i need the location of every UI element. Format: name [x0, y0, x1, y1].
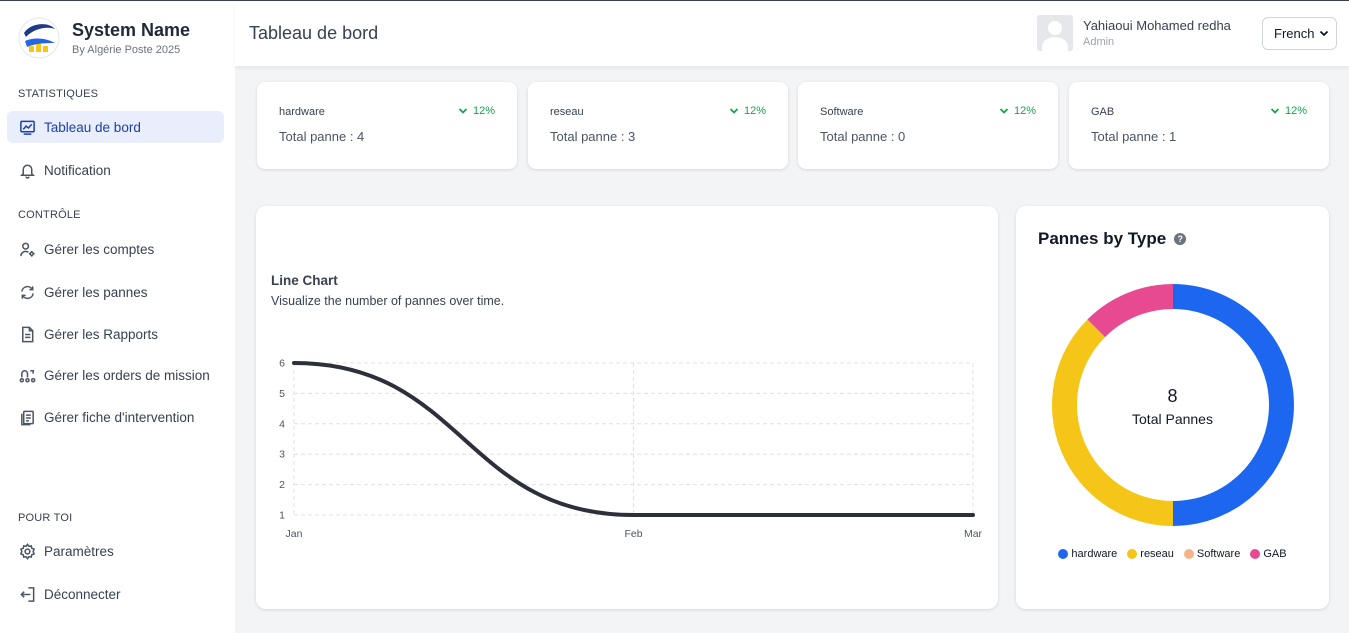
donut-center-value: 8 [1167, 386, 1178, 406]
x-tick-label: Feb [624, 528, 642, 540]
sidebar-item-deconnecter[interactable]: Déconnecter [7, 578, 224, 610]
user-profile[interactable]: Yahiaoui Mohamed redha Admin [1037, 15, 1231, 51]
sidebar-item-gerer-les-rapports[interactable]: Gérer les Rapports [7, 318, 224, 350]
card-title: GAB [1091, 106, 1115, 118]
brand-name: System Name [72, 20, 191, 40]
donut-chart-panel: Pannes by Type ? 8 Total Pannes hardware… [1016, 206, 1329, 609]
section-controle: CONTRÔLE [18, 209, 81, 221]
brand: System Name By Algérie Poste 2025 [18, 17, 190, 59]
clipboard-icon [18, 408, 36, 426]
x-tick-label: Jan [286, 528, 303, 540]
legend-label: GAB [1263, 548, 1287, 560]
card-total: Total panne : 1 [1091, 129, 1177, 144]
sidebar-item-notification[interactable]: Notification [7, 154, 224, 186]
line-chart-panel: Line Chart Visualize the number of panne… [256, 206, 998, 609]
help-icon[interactable]: ? [1174, 233, 1187, 245]
section-statistiques: STATISTIQUES [18, 88, 99, 100]
legend-swatch [1250, 549, 1261, 559]
gear-icon [18, 542, 36, 560]
chevron-down-icon [729, 108, 739, 114]
sidebar-item-label: Gérer fiche d'intervention [44, 409, 195, 425]
sidebar-item-gerer-les-pannes[interactable]: Gérer les pannes [7, 276, 224, 308]
card-total: Total panne : 4 [279, 129, 365, 144]
legend-item-reseau[interactable]: reseau [1127, 548, 1174, 560]
card-trend-value: 12% [1013, 105, 1036, 117]
legend-swatch [1127, 549, 1138, 559]
y-tick-label: 4 [279, 418, 285, 430]
card-title: Software [820, 106, 864, 118]
y-tick-label: 6 [279, 358, 285, 370]
chevron-down-icon [1319, 30, 1329, 37]
y-tick-label: 2 [279, 479, 285, 491]
sidebar-item-label: Notification [44, 162, 111, 178]
card-trend-value: 12% [472, 105, 495, 117]
donut-center-label: Total Pannes [1132, 411, 1213, 427]
sidebar-item-parametres[interactable]: Paramètres [7, 535, 224, 567]
card-trend-value: 12% [743, 105, 766, 117]
logout-icon [18, 585, 36, 603]
user-name: Yahiaoui Mohamed redha [1083, 18, 1231, 33]
sidebar-item-label: Tableau de bord [44, 119, 141, 135]
user-role: Admin [1083, 36, 1115, 48]
card-trend: 12% [458, 105, 495, 117]
chevron-down-icon [458, 108, 468, 114]
donut-chart-title: Pannes by Type ? [1038, 229, 1187, 249]
language-selected-value: French [1274, 26, 1315, 41]
card-title: hardware [279, 106, 325, 118]
sidebar-item-gerer-fiche-intervention[interactable]: Gérer fiche d'intervention [7, 401, 224, 433]
donut-slice-gab[interactable] [1087, 284, 1173, 338]
y-tick-label: 1 [279, 510, 285, 522]
card-trend-value: 12% [1284, 105, 1307, 117]
legend-label: hardware [1071, 548, 1118, 560]
sidebar-item-tableau-de-bord[interactable]: Tableau de bord [7, 111, 224, 143]
sidebar-item-label: Déconnecter [44, 586, 121, 602]
refresh-icon [18, 283, 36, 301]
sidebar-item-label: Gérer les orders de mission [44, 367, 210, 383]
sidebar-item-label: Paramètres [44, 543, 114, 559]
stat-card-gab: GAB 12% Total panne : 1 [1069, 82, 1329, 169]
document-icon [18, 325, 36, 343]
top-header: Tableau de bord Yahiaoui Mohamed redha A… [235, 1, 1349, 66]
card-trend: 12% [999, 105, 1036, 117]
legend-item-hardware[interactable]: hardware [1058, 548, 1117, 560]
language-select[interactable]: French [1262, 17, 1337, 50]
page-title: Tableau de bord [249, 23, 379, 43]
legend-item-gab[interactable]: GAB [1250, 548, 1287, 560]
chevron-down-icon [999, 108, 1009, 114]
stat-card-software: Software 12% Total panne : 0 [798, 82, 1058, 169]
y-tick-label: 3 [279, 449, 285, 461]
legend-item-software[interactable]: Software [1183, 548, 1241, 560]
legend-swatch [1183, 549, 1194, 559]
card-trend: 12% [729, 105, 766, 117]
donut-legend: hardware reseau Software GAB [1016, 548, 1329, 560]
route-icon [18, 366, 36, 384]
chevron-down-icon [1270, 108, 1280, 114]
section-pour-toi: POUR TOI [18, 512, 73, 524]
dashboard-chart-icon [18, 118, 36, 136]
line-chart: 1 2 3 4 5 6 Jan Feb Mar [279, 358, 983, 541]
card-title: reseau [550, 106, 584, 118]
algerie-poste-logo [18, 17, 60, 59]
legend-swatch [1058, 549, 1069, 559]
sidebar: System Name By Algérie Poste 2025 STATIS… [0, 1, 235, 633]
sidebar-item-label: Gérer les comptes [44, 241, 155, 257]
bell-icon [18, 161, 36, 179]
sidebar-item-label: Gérer les pannes [44, 284, 148, 300]
y-tick-label: 5 [279, 388, 285, 400]
stat-card-reseau: reseau 12% Total panne : 3 [528, 82, 788, 169]
legend-label: Software [1196, 548, 1241, 560]
brand-subtitle: By Algérie Poste 2025 [72, 44, 181, 56]
avatar[interactable] [1037, 15, 1073, 51]
card-total: Total panne : 3 [550, 129, 636, 144]
card-trend: 12% [1270, 105, 1307, 117]
card-total: Total panne : 0 [820, 129, 906, 144]
user-settings-icon [18, 240, 36, 258]
sidebar-item-label: Gérer les Rapports [44, 326, 159, 342]
legend-label: reseau [1140, 548, 1174, 560]
sidebar-item-gerer-les-comptes[interactable]: Gérer les comptes [7, 233, 224, 265]
stat-card-hardware: hardware 12% Total panne : 4 [257, 82, 517, 169]
x-tick-label: Mar [964, 528, 983, 540]
sidebar-item-gerer-les-orders-de-mission[interactable]: Gérer les orders de mission [7, 359, 224, 391]
donut-chart-title-text: Pannes by Type [1038, 229, 1167, 248]
